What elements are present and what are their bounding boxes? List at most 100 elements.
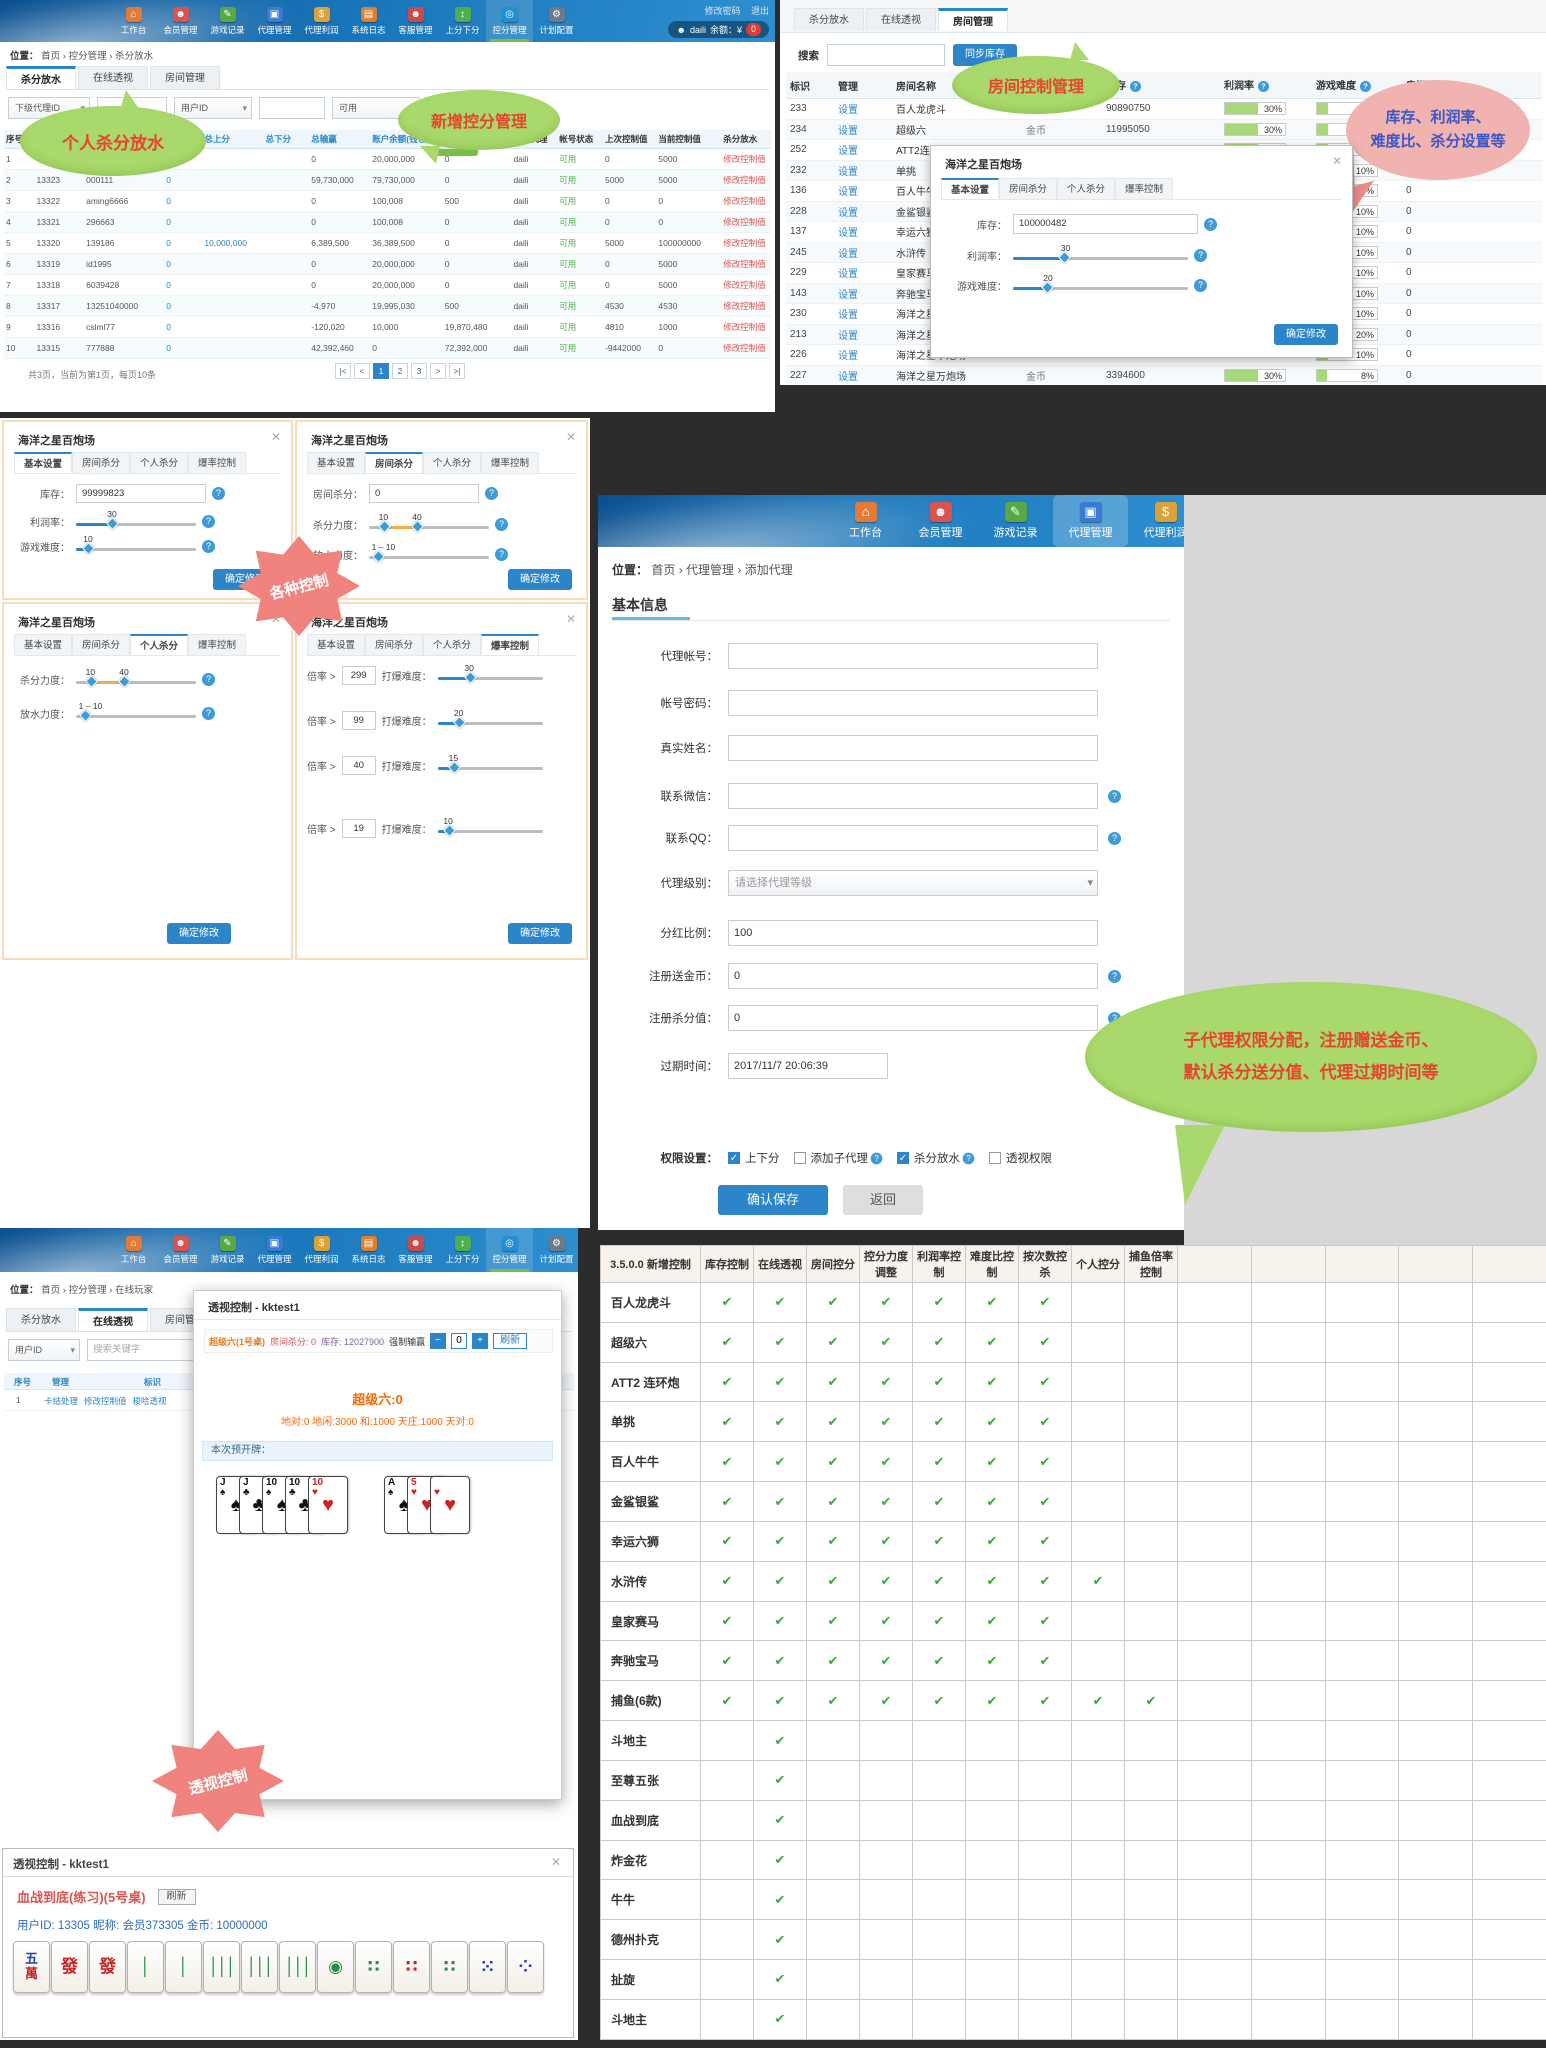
kill-strength-slider[interactable]: 1040: [369, 518, 489, 532]
cell[interactable]: 修改控制值: [721, 275, 771, 296]
close-icon[interactable]: ✕: [566, 430, 576, 444]
nav-item-计划配置[interactable]: ⚙计划配置: [533, 0, 580, 42]
tab-爆率控制[interactable]: 爆率控制: [481, 634, 539, 655]
cell[interactable]: 0: [164, 170, 202, 191]
breadcrumb-home[interactable]: 首页: [41, 51, 60, 62]
cell[interactable]: 修改控制值: [721, 149, 771, 170]
tab-房间杀分[interactable]: 房间杀分: [365, 634, 423, 655]
tab-个人杀分[interactable]: 个人杀分: [423, 634, 481, 655]
tab-房间管理[interactable]: 房间管理: [150, 66, 220, 89]
logout-link[interactable]: 退出: [751, 6, 769, 16]
cell[interactable]: 修改控制值: [721, 317, 771, 338]
nav-item-游戏记录[interactable]: ✎游戏记录: [204, 1228, 251, 1272]
cell[interactable]: 修改控制值: [721, 233, 771, 254]
force-value[interactable]: 0: [451, 1333, 467, 1349]
profit-slider[interactable]: 30: [1013, 249, 1188, 263]
nav-item-会员管理[interactable]: ☻会员管理: [157, 1228, 204, 1272]
settings-link[interactable]: 设置: [834, 99, 892, 120]
settings-link[interactable]: 设置: [834, 181, 892, 202]
nav-item-客服管理[interactable]: ☻客服管理: [392, 1228, 439, 1272]
field-过期时间[interactable]: 2017/11/7 20:06:39: [728, 1053, 888, 1079]
nav-item-代理管理[interactable]: ▣代理管理: [1053, 495, 1128, 547]
breadcrumb-home[interactable]: 首页: [41, 1285, 60, 1296]
tab-房间杀分[interactable]: 房间杀分: [72, 452, 130, 473]
cell[interactable]: 修改控制值: [721, 170, 771, 191]
help-icon[interactable]: ?: [871, 1152, 883, 1164]
tab-在线透视[interactable]: 在线透视: [78, 1308, 148, 1331]
perm-透视权限[interactable]: 透视权限: [989, 1150, 1052, 1166]
page-button->[interactable]: >: [430, 363, 446, 379]
help-icon[interactable]: ?: [495, 518, 508, 531]
difficulty-slider[interactable]: 20: [1013, 279, 1188, 293]
close-icon[interactable]: ✕: [566, 612, 576, 626]
settings-link[interactable]: 设置: [834, 263, 892, 284]
settings-link[interactable]: 设置: [834, 365, 892, 385]
nav-item-会员管理[interactable]: ☻会员管理: [157, 0, 204, 42]
settings-link[interactable]: 设置: [834, 304, 892, 325]
field-联系微信[interactable]: [728, 783, 1098, 809]
nav-item-代理利润[interactable]: $代理利润: [1128, 495, 1184, 547]
tab-个人杀分[interactable]: 个人杀分: [423, 452, 481, 473]
tab-基本设置[interactable]: 基本设置: [14, 452, 72, 473]
confirm-save-button[interactable]: 确认保存: [718, 1185, 828, 1215]
tab-基本设置[interactable]: 基本设置: [941, 178, 999, 199]
page-button-2[interactable]: 2: [392, 363, 408, 379]
refresh-button[interactable]: 刷新: [493, 1333, 527, 1349]
help-icon[interactable]: ?: [963, 1152, 975, 1164]
nav-item-系统日志[interactable]: ▤系统日志: [345, 0, 392, 42]
difficulty-slider[interactable]: 10: [76, 540, 196, 554]
settings-link[interactable]: 设置: [834, 160, 892, 181]
page-button->|[interactable]: >|: [449, 363, 465, 379]
field-代理级别[interactable]: 请选择代理等级: [728, 870, 1098, 896]
room-kill-input[interactable]: 0: [369, 484, 479, 503]
settings-link[interactable]: 设置: [834, 242, 892, 263]
field-注册送金币[interactable]: 0: [728, 963, 1098, 989]
nav-item-控分管理[interactable]: ◎控分管理: [486, 0, 533, 42]
burst-difficulty-slider[interactable]: 30: [438, 669, 543, 683]
stock-input[interactable]: 100000482: [1013, 214, 1198, 234]
breadcrumb-home[interactable]: 首页: [651, 563, 675, 577]
cell[interactable]: 0: [164, 317, 202, 338]
cell[interactable]: 修改控制值: [721, 338, 771, 359]
help-icon[interactable]: ?: [1258, 81, 1269, 92]
cell[interactable]: 0: [164, 275, 202, 296]
field-真实姓名[interactable]: [728, 735, 1098, 761]
settings-link[interactable]: 设置: [834, 345, 892, 366]
force-minus-button[interactable]: −: [430, 1333, 446, 1349]
nav-item-代理管理[interactable]: ▣代理管理: [251, 1228, 298, 1272]
field-代理帐号[interactable]: [728, 643, 1098, 669]
settings-link[interactable]: 设置: [834, 283, 892, 304]
burst-difficulty-slider[interactable]: 20: [438, 714, 543, 728]
cell[interactable]: 修改控制值: [721, 254, 771, 275]
cell[interactable]: 修改控制值: [721, 212, 771, 233]
tab-杀分放水[interactable]: 杀分放水: [6, 66, 76, 89]
row-link-修改控制值[interactable]: 修改控制值: [84, 1395, 127, 1407]
page-button-|<[interactable]: |<: [335, 363, 351, 379]
nav-item-会员管理[interactable]: ☻会员管理: [903, 495, 978, 547]
checkbox[interactable]: ✓: [897, 1152, 909, 1164]
cell[interactable]: 0: [164, 338, 202, 359]
help-icon[interactable]: ?: [202, 540, 215, 553]
help-icon[interactable]: ?: [1108, 970, 1121, 983]
confirm-modify-button[interactable]: 确定修改: [167, 923, 231, 944]
burst-difficulty-slider[interactable]: 15: [438, 759, 543, 773]
page-button-<[interactable]: <: [354, 363, 370, 379]
nav-item-客服管理[interactable]: ☻客服管理: [392, 0, 439, 42]
mult-input[interactable]: 19: [342, 819, 376, 838]
field-联系QQ[interactable]: [728, 825, 1098, 851]
kill-strength-slider[interactable]: 1040: [76, 673, 196, 687]
checkbox[interactable]: [989, 1152, 1001, 1164]
tab-杀分放水[interactable]: 杀分放水: [6, 1308, 76, 1331]
mult-input[interactable]: 99: [342, 711, 376, 730]
change-password-link[interactable]: 修改密码: [704, 6, 740, 16]
help-icon[interactable]: ?: [202, 673, 215, 686]
help-icon[interactable]: ?: [202, 707, 215, 720]
row-link-梭哈透视[interactable]: 梭哈透视: [133, 1395, 167, 1407]
nav-item-代理管理[interactable]: ▣代理管理: [251, 0, 298, 42]
cell[interactable]: 0: [164, 254, 202, 275]
confirm-modify-button[interactable]: 确定修改: [1274, 324, 1338, 345]
nav-item-工作台[interactable]: ⌂工作台: [828, 495, 903, 547]
cell[interactable]: 0: [164, 296, 202, 317]
nav-item-系统日志[interactable]: ▤系统日志: [345, 1228, 392, 1272]
keyword-input[interactable]: 搜索关键字: [87, 1339, 195, 1361]
